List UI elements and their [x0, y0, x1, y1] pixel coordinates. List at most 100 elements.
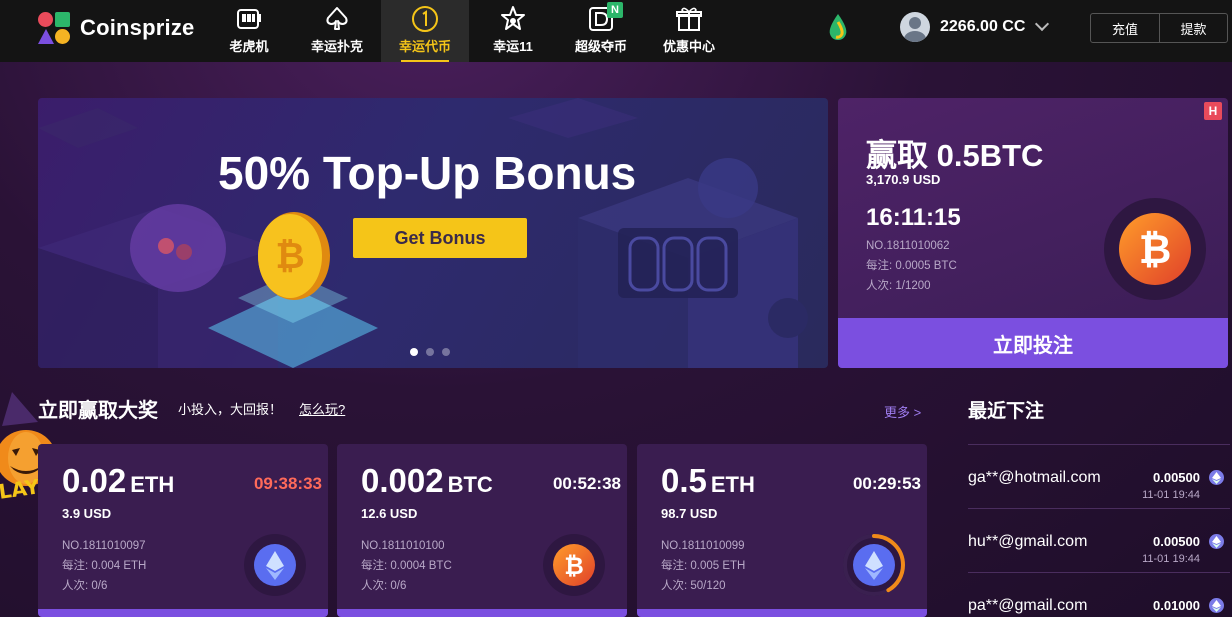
- water-drop-icon[interactable]: [826, 12, 850, 42]
- nav-label: 幸运扑克: [310, 39, 363, 54]
- avatar: [900, 12, 930, 42]
- spade-icon: [326, 7, 348, 30]
- card-countdown: 00:29:53: [852, 474, 921, 493]
- section-title: 立即赢取大奖: [38, 400, 158, 422]
- card-participants: 人次: 50/120: [661, 580, 726, 592]
- wallet-buttons: 充值 提款: [1090, 13, 1228, 43]
- svg-text:₿: ₿: [275, 236, 304, 277]
- star-lotto-icon: [501, 6, 525, 30]
- carousel-dot[interactable]: [410, 348, 418, 356]
- card-amount: 0.02 ETH: [62, 462, 175, 499]
- card-number: NO.1811010097: [62, 540, 146, 552]
- eth-coin-icon: [843, 534, 905, 596]
- bet-amount: 0.01000: [1153, 598, 1200, 613]
- prize-usd-value: 3,170.9 USD: [866, 172, 941, 187]
- list-item: hu**@gmail.com 0.00500 11-01 19:44: [968, 509, 1230, 573]
- svg-text:₿: ₿: [564, 552, 584, 580]
- bettor-email: hu**@gmail.com: [968, 533, 1088, 550]
- nav-item-poker[interactable]: 幸运扑克: [293, 0, 381, 62]
- card-amount: 0.5 ETH: [661, 462, 755, 499]
- card-currency: ETH: [130, 472, 175, 497]
- card-footer-bar: [637, 609, 927, 617]
- bitcoin-coin-icon: ₿: [258, 212, 330, 300]
- btc-coin-icon: ₿: [543, 534, 605, 596]
- card-countdown: 00:52:38: [552, 474, 621, 493]
- nav-item-lucky11[interactable]: 幸运11: [469, 0, 557, 62]
- main-nav: 老虎机 幸运扑克 幸运代币 幸运11 N 超级夺币 优惠中心: [205, 0, 733, 62]
- nav-item-slots[interactable]: 老虎机: [205, 0, 293, 62]
- card-usd-value: 12.6 USD: [361, 506, 418, 521]
- card-footer-bar: [38, 609, 328, 617]
- slot-machine-icon: [237, 9, 261, 29]
- more-link[interactable]: 更多 >: [884, 402, 921, 421]
- eth-icon: [1209, 534, 1224, 549]
- card-meta: NO.1811010097 每注: 0.004 ETH 人次: 0/6: [62, 536, 146, 596]
- card-currency: BTC: [447, 472, 493, 497]
- top-header: Coinsprize 老虎机 幸运扑克 幸运代币 幸运11 N 超级夺币 优惠中…: [0, 0, 1232, 62]
- withdraw-button[interactable]: 提款: [1159, 14, 1227, 42]
- how-to-play-link[interactable]: 怎么玩?: [299, 399, 345, 418]
- new-badge: N: [607, 2, 623, 18]
- get-bonus-button[interactable]: Get Bonus: [353, 218, 527, 258]
- site-logo[interactable]: Coinsprize: [38, 12, 194, 44]
- prize-meta: NO.1811010062 每注: 0.0005 BTC 人次: 1/1200: [866, 236, 957, 296]
- card-stake: 每注: 0.0004 BTC: [361, 560, 452, 572]
- svg-text:₿: ₿: [1139, 227, 1172, 273]
- card-footer-bar: [337, 609, 627, 617]
- recent-bets-title: 最近下注: [968, 401, 1045, 422]
- bet-time: 11-01 19:44: [1142, 489, 1200, 501]
- nav-label: 幸运11: [493, 39, 533, 54]
- section-subtitle: 小投入，大回报！: [178, 402, 283, 417]
- prize-stake: 每注: 0.0005 BTC: [866, 260, 957, 272]
- list-item: pa**@gmail.com 0.01000: [968, 573, 1230, 617]
- card-usd-value: 98.7 USD: [661, 506, 718, 521]
- nav-label: 幸运代币: [398, 39, 451, 54]
- prize-number: NO.1811010062: [866, 240, 950, 252]
- hot-badge: H: [1204, 102, 1222, 120]
- logo-mark-icon: [38, 12, 72, 44]
- card-stake: 每注: 0.004 ETH: [62, 560, 147, 572]
- user-account-menu[interactable]: 2266.00 CC: [900, 12, 1050, 42]
- chevron-down-icon: [1035, 16, 1050, 32]
- prize-card[interactable]: 0.02 ETH 09:38:33 3.9 USD NO.1811010097 每…: [38, 444, 328, 617]
- card-stake: 每注: 0.005 ETH: [661, 560, 746, 572]
- bettor-email: ga**@hotmail.com: [968, 469, 1101, 486]
- prize-countdown: 16:11:15: [866, 204, 961, 231]
- logo-text: Coinsprize: [80, 15, 195, 40]
- btc-coin-icon: ₿: [1104, 198, 1206, 300]
- card-usd-value: 3.9 USD: [62, 506, 112, 521]
- card-meta: NO.1811010099 每注: 0.005 ETH 人次: 50/120: [661, 536, 745, 596]
- recharge-button[interactable]: 充值: [1091, 14, 1159, 42]
- card-participants: 人次: 0/6: [361, 580, 407, 592]
- eth-coin-icon: [244, 534, 306, 596]
- coin-one-icon: [412, 6, 438, 32]
- nav-label: 优惠中心: [662, 39, 715, 54]
- recent-bets-list: ga**@hotmail.com 0.00500 11-01 19:44 hu*…: [968, 444, 1230, 617]
- card-meta: NO.1811010100 每注: 0.0004 BTC 人次: 0/6: [361, 536, 452, 596]
- card-currency: ETH: [710, 472, 755, 497]
- gift-icon: [676, 7, 702, 31]
- card-countdown: 09:38:33: [253, 474, 322, 493]
- card-number: NO.1811010100: [361, 540, 445, 552]
- nav-item-lucky-coin[interactable]: 幸运代币: [381, 0, 469, 62]
- card-participants: 人次: 0/6: [62, 580, 108, 592]
- carousel-dots: [410, 348, 450, 356]
- featured-prize-card: H 赢取 0.5BTC 3,170.9 USD 16:11:15 NO.1811…: [838, 98, 1228, 368]
- nav-label: 超级夺币: [574, 39, 627, 54]
- card-number: NO.1811010099: [661, 540, 745, 552]
- nav-item-promotions[interactable]: 优惠中心: [645, 0, 733, 62]
- carousel-dot[interactable]: [442, 348, 450, 356]
- prize-card[interactable]: 0.5 ETH 00:29:53 98.7 USD NO.1811010099 每…: [637, 444, 927, 617]
- carousel-dot[interactable]: [426, 348, 434, 356]
- svg-text:LAY: LAY: [0, 474, 41, 502]
- banner-title: 50% Top-Up Bonus: [218, 147, 637, 199]
- bet-amount: 0.00500: [1153, 470, 1200, 485]
- bet-time: 11-01 19:44: [1142, 553, 1200, 565]
- bettor-email: pa**@gmail.com: [968, 597, 1088, 614]
- promo-banner[interactable]: ₿ 50% Top-Up Bonus Get Bonus: [38, 98, 828, 368]
- prize-card[interactable]: 0.002 BTC 00:52:38 12.6 USD NO.1811010100…: [337, 444, 627, 617]
- nav-label: 老虎机: [229, 39, 269, 54]
- bet-now-button[interactable]: 立即投注: [838, 318, 1228, 368]
- nav-item-super-grab[interactable]: N 超级夺币: [557, 0, 645, 62]
- eth-icon: [1209, 470, 1224, 485]
